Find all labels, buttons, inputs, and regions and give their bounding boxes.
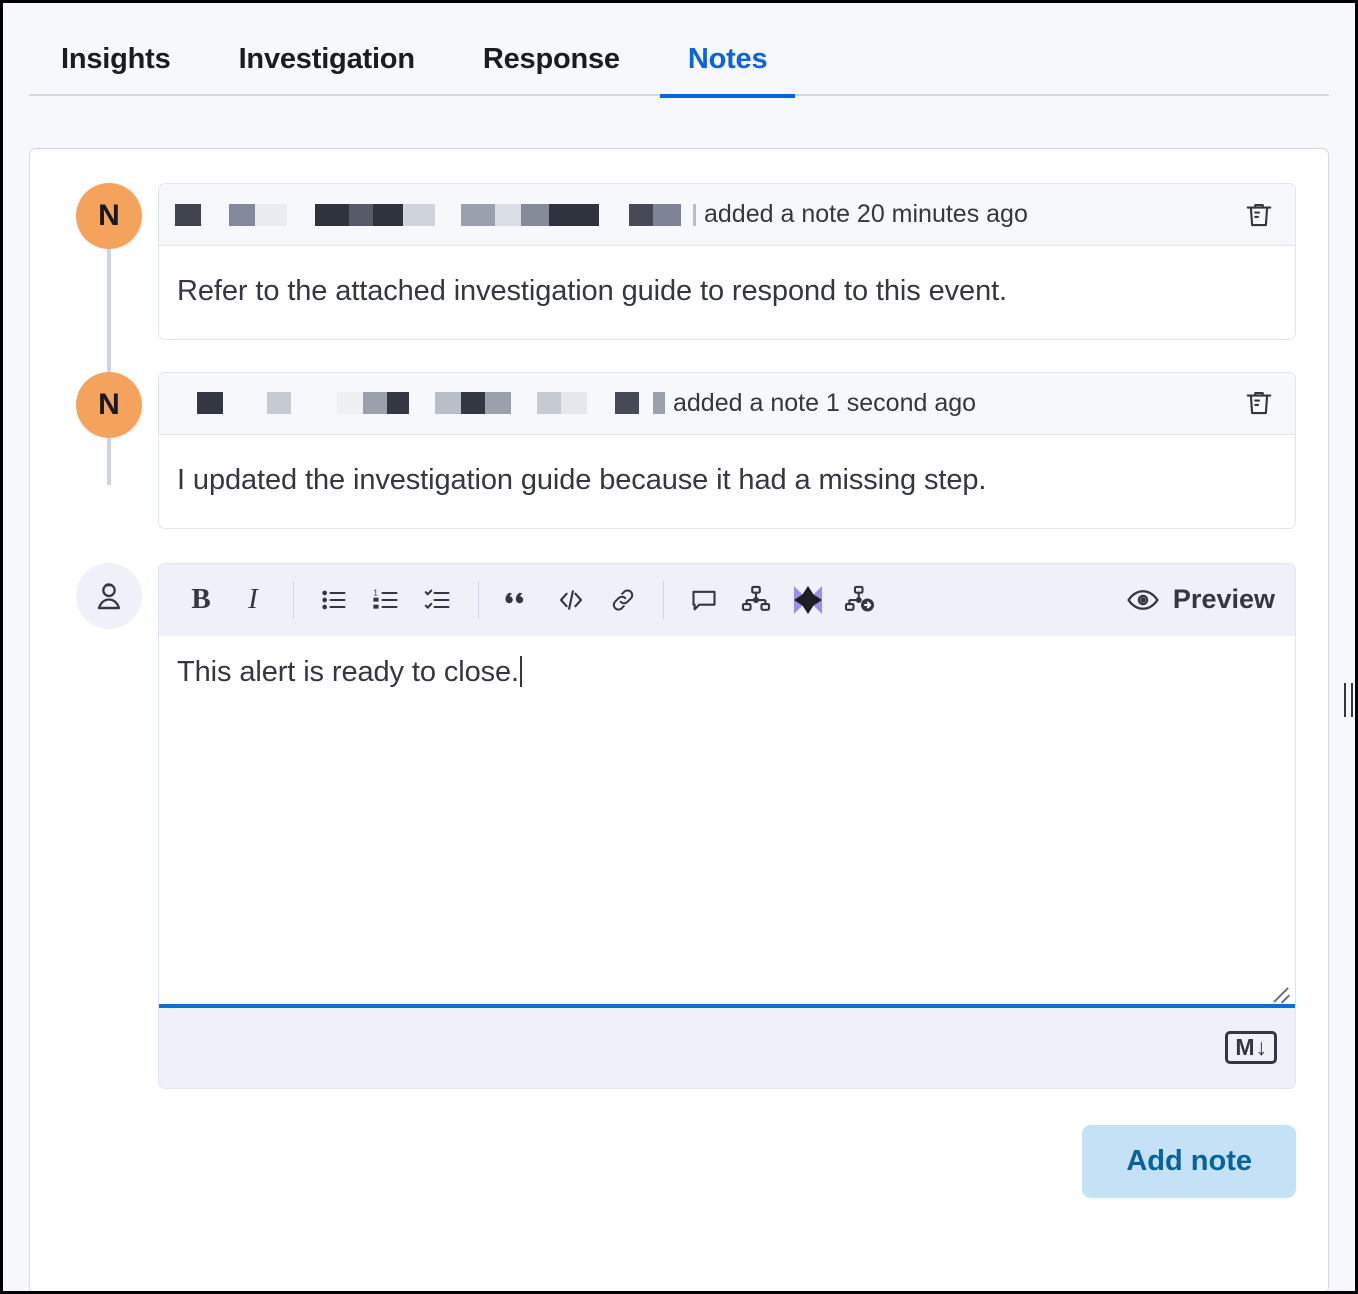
- timeline-gutter: N: [60, 371, 158, 438]
- note-meta: added a note 1 second ago: [175, 389, 1237, 418]
- trash-icon: [1244, 199, 1274, 231]
- preview-label: Preview: [1172, 584, 1275, 615]
- editor-footer: M ↓: [159, 1007, 1295, 1088]
- code-block-button[interactable]: [545, 574, 597, 626]
- timeline-node-icon: [741, 585, 771, 615]
- blockquote-button[interactable]: [493, 574, 545, 626]
- code-icon: [556, 585, 586, 615]
- toolbar-divider: [293, 580, 294, 619]
- avatar: N: [76, 183, 142, 249]
- avatar: N: [76, 371, 142, 438]
- notes-content-panel: N added a note 20 minutes ago Refer to t…: [29, 148, 1329, 1291]
- note-editor-row: B I 1 Preview This alert is ready to clo…: [60, 562, 1298, 1089]
- note-card: added a note 1 second ago I updated the …: [158, 371, 1296, 529]
- timeline-gutter: N: [60, 183, 158, 485]
- eye-icon: [1127, 587, 1159, 613]
- node-arrow-icon: [845, 585, 875, 615]
- redacted-username: [175, 203, 696, 226]
- note-meta: added a note 20 minutes ago: [175, 200, 1237, 229]
- toolbar-divider: [663, 580, 664, 619]
- tab-response[interactable]: Response: [449, 43, 654, 96]
- add-note-button[interactable]: Add note: [1082, 1124, 1296, 1198]
- notes-panel-screen: Insights Investigation Response Notes N …: [0, 0, 1358, 1294]
- note-item: N added a note 1 second ago I updated th…: [60, 371, 1298, 529]
- note-header: added a note 20 minutes ago: [159, 184, 1295, 246]
- note-item: N added a note 20 minutes ago Refer to t…: [60, 183, 1298, 485]
- link-icon: [609, 586, 637, 614]
- svg-text:1: 1: [373, 588, 378, 597]
- note-header: added a note 1 second ago: [159, 372, 1295, 435]
- delete-note-button[interactable]: [1237, 193, 1281, 237]
- preview-toggle-button[interactable]: Preview: [1127, 584, 1281, 615]
- note-meta-text: added a note 1 second ago: [673, 388, 977, 417]
- insert-timeline-button[interactable]: [730, 574, 782, 626]
- editor-toolbar: B I 1 Preview: [159, 563, 1295, 636]
- comment-button[interactable]: [678, 574, 730, 626]
- checklist-button[interactable]: [412, 574, 464, 626]
- note-textarea-value: This alert is ready to close.: [177, 655, 520, 688]
- checklist-icon: [424, 586, 452, 614]
- tab-notes[interactable]: Notes: [654, 43, 802, 98]
- user-avatar-icon: [76, 562, 142, 629]
- link-button[interactable]: [597, 574, 649, 626]
- tab-bar: Insights Investigation Response Notes: [3, 3, 1355, 98]
- italic-button[interactable]: I: [227, 574, 279, 626]
- elastic-logo-icon: [792, 584, 824, 616]
- textarea-resize-handle[interactable]: [1271, 980, 1291, 1004]
- tab-investigation[interactable]: Investigation: [205, 43, 449, 96]
- bullet-list-button[interactable]: [308, 574, 360, 626]
- timeline-connector: [107, 239, 111, 485]
- comment-bubble-icon: [690, 586, 718, 614]
- note-meta-text: added a note 20 minutes ago: [704, 200, 1028, 228]
- trash-icon: [1244, 387, 1274, 419]
- tab-insights[interactable]: Insights: [27, 43, 205, 96]
- panel-resize-handle[interactable]: [1344, 683, 1353, 717]
- insert-alert-button[interactable]: [834, 574, 886, 626]
- markdown-arrow: ↓: [1255, 1034, 1268, 1061]
- note-body: Refer to the attached investigation guid…: [177, 275, 1008, 307]
- text-caret: [520, 655, 523, 687]
- note-textarea[interactable]: This alert is ready to close.: [159, 635, 1295, 1008]
- note-card: added a note 20 minutes ago Refer to the…: [158, 183, 1296, 340]
- markdown-icon[interactable]: M ↓: [1225, 1031, 1277, 1065]
- note-editor: B I 1 Preview This alert is ready to clo…: [158, 562, 1296, 1089]
- markdown-letter: M: [1235, 1034, 1255, 1061]
- insert-elastic-button[interactable]: [782, 574, 834, 626]
- quote-icon: [504, 585, 534, 615]
- bold-button[interactable]: B: [175, 574, 227, 626]
- note-body: I updated the investigation guide becaus…: [177, 463, 987, 496]
- delete-note-button[interactable]: [1237, 381, 1281, 425]
- panel-actions: Add note: [60, 1089, 1298, 1198]
- bullet-list-icon: [320, 586, 348, 614]
- numbered-list-button[interactable]: 1: [360, 574, 412, 626]
- toolbar-divider: [478, 580, 479, 619]
- redacted-username: [175, 392, 665, 415]
- numbered-list-icon: 1: [372, 586, 400, 614]
- editor-gutter: [60, 562, 158, 629]
